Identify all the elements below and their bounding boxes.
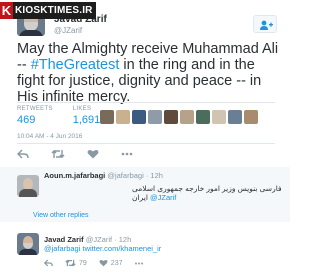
retweet-count: 79 [79,259,87,267]
divider [17,102,275,103]
heart-icon[interactable] [87,149,99,159]
tweet-text: May the Almighty receive Muhammad Ali --… [17,41,279,105]
reply-time: · 12h [145,171,163,180]
reply-author-name: Javad Zarif [44,235,84,244]
reply-actions: 79 237 [44,259,156,267]
add-user-icon [260,20,273,30]
retweets-stat[interactable]: RETWEETS 469 [17,106,53,134]
watermark-logo: K [0,1,13,19]
likes-count: 1,691 [72,114,101,126]
avatar[interactable] [228,110,242,124]
reply-icon[interactable] [17,149,29,159]
avatar[interactable] [17,233,39,255]
reply-button[interactable] [44,259,53,267]
like-count: 237 [110,259,123,267]
reply-text: @jafarbagi twitter.com/khamenei_ir [44,244,161,253]
more-icon [135,262,144,264]
avatar[interactable] [212,110,226,124]
divider [17,143,275,144]
reply-text: فارسی بنویس وزیر امور خارجه جمهوری اسلام… [132,184,282,202]
reply-tweet[interactable]: Aoun.m.jafarbagi @jafarbagi · 12h فارسی … [0,167,290,222]
reply-author-handle: @JZarif [85,235,113,244]
avatar[interactable] [148,110,162,124]
more-icon[interactable] [121,152,133,156]
reply-author-name: Aoun.m.jafarbagi [44,171,106,180]
hashtag-link[interactable]: #TheGreatest [31,57,120,73]
likes-stat[interactable]: LIKES 1,691 [73,106,101,134]
more-button[interactable] [134,262,144,265]
view-other-replies-link[interactable]: View other replies [33,212,89,219]
liker-avatars [100,110,260,124]
like-button[interactable]: 237 [99,259,123,267]
reply-icon [44,259,53,267]
reply-author[interactable]: Javad Zarif @JZarif · 12h [44,235,131,244]
reply-author-handle: @jafarbagi [107,171,144,180]
avatar[interactable] [116,110,130,124]
reply-tweet[interactable]: Javad Zarif @JZarif · 12h @jafarbagi twi… [0,222,290,274]
avatar[interactable] [180,110,194,124]
avatar[interactable] [164,110,178,124]
watermark: K KIOSKTIMES.IR [0,0,96,20]
retweets-count: 469 [17,114,36,126]
tweet-timestamp[interactable]: 10:04 AM - 4 Jun 2016 [17,133,82,140]
likes-label: LIKES [72,106,92,112]
avatar[interactable] [196,110,210,124]
heart-icon [99,259,108,267]
retweet-icon [65,259,76,267]
avatar[interactable] [244,110,258,124]
retweet-button[interactable]: 79 [65,259,87,267]
mention-link[interactable]: @JZarif [150,193,176,202]
mention-link[interactable]: @jafarbagi [44,244,80,253]
author-handle[interactable]: @JZarif [54,26,82,35]
follow-button[interactable] [253,15,277,33]
avatar[interactable] [100,110,114,124]
avatar[interactable] [17,175,39,197]
url-link[interactable]: twitter.com/khamenei_ir [82,244,161,253]
reply-author[interactable]: Aoun.m.jafarbagi @jafarbagi · 12h [44,171,163,180]
retweet-icon[interactable] [51,149,65,159]
retweets-label: RETWEETS [17,106,53,112]
watermark-text: KIOSKTIMES.IR [13,1,96,19]
reply-time: · 12h [114,235,132,244]
avatar[interactable] [132,110,146,124]
tweet-actions [17,149,155,159]
